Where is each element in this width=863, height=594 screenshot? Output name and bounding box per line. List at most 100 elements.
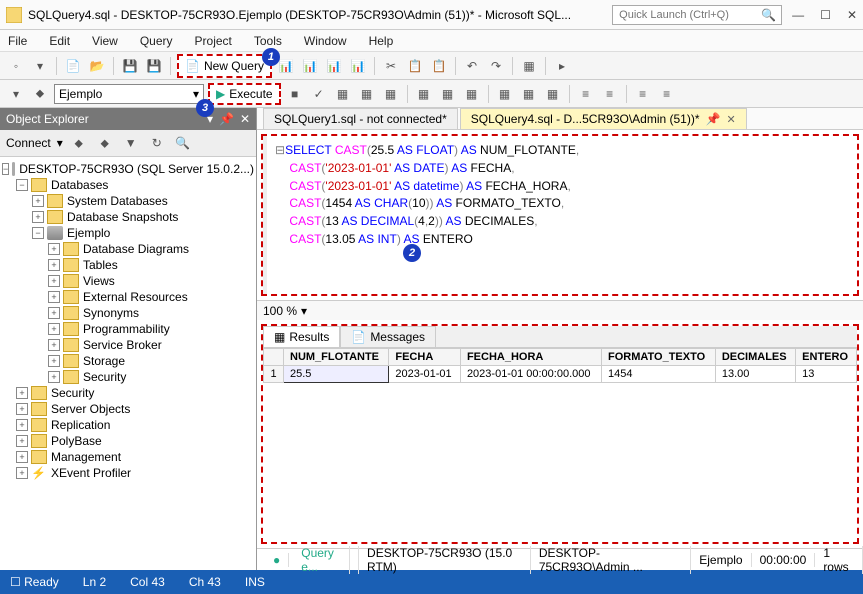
comment-button[interactable]: ≡ xyxy=(576,84,596,104)
tree-node-databases[interactable]: −Databases xyxy=(2,177,254,193)
menu-query[interactable]: Query xyxy=(136,32,177,50)
menu-project[interactable]: Project xyxy=(191,32,236,50)
cell[interactable]: 13 xyxy=(796,366,857,383)
close-icon[interactable]: ✕ xyxy=(240,112,250,126)
outdent-button[interactable]: ≡ xyxy=(657,84,677,104)
cell[interactable]: 2023-01-01 xyxy=(389,366,461,383)
stop-button[interactable]: ■ xyxy=(285,84,305,104)
tree-node-security-db[interactable]: +Security xyxy=(2,369,254,385)
tb2-icon-4[interactable]: ▦ xyxy=(357,84,377,104)
cut-button[interactable]: ✂ xyxy=(381,56,401,76)
tb2-icon-2[interactable]: ⬥ xyxy=(30,84,50,104)
cell[interactable]: 1454 xyxy=(602,366,716,383)
tb2-icon-11[interactable]: ▦ xyxy=(543,84,563,104)
col-header[interactable]: NUM_FLOTANTE xyxy=(284,349,389,366)
save-all-button[interactable]: 💾 xyxy=(144,56,164,76)
close-button[interactable]: ✕ xyxy=(847,8,857,22)
tb2-icon-8[interactable]: ▦ xyxy=(462,84,482,104)
tree-node-server[interactable]: −DESKTOP-75CR93O (SQL Server 15.0.2...) xyxy=(2,161,254,177)
results-grid[interactable]: NUM_FLOTANTE FECHA FECHA_HORA FORMATO_TE… xyxy=(263,348,857,542)
tb-icon-4[interactable]: 📊 xyxy=(348,56,368,76)
open-button[interactable]: 📂 xyxy=(87,56,107,76)
quick-launch[interactable]: 🔍 xyxy=(612,5,782,25)
uncomment-button[interactable]: ≡ xyxy=(600,84,620,104)
tree-node-polybase[interactable]: +PolyBase xyxy=(2,433,254,449)
save-button[interactable]: 💾 xyxy=(120,56,140,76)
tb-icon-5[interactable]: ▦ xyxy=(519,56,539,76)
col-header[interactable]: ENTERO xyxy=(796,349,857,366)
document-tab-2[interactable]: SQLQuery4.sql - D...5CR93O\Admin (51))* … xyxy=(460,108,747,129)
paste-button[interactable]: 📋 xyxy=(429,56,449,76)
cell[interactable]: 25.5 xyxy=(284,366,389,383)
tree-node-service-broker[interactable]: +Service Broker xyxy=(2,337,254,353)
tree-node-management[interactable]: +Management xyxy=(2,449,254,465)
cell[interactable]: 2023-01-01 00:00:00.000 xyxy=(460,366,601,383)
nav-back-button[interactable]: ◦ xyxy=(6,56,26,76)
execute-button[interactable]: ▶ Execute 3 xyxy=(208,83,281,105)
chevron-down-icon[interactable]: ▾ xyxy=(57,136,63,150)
oe-tb-1[interactable]: ⬥ xyxy=(69,133,89,153)
nav-fwd-button[interactable]: ▾ xyxy=(30,56,50,76)
menu-edit[interactable]: Edit xyxy=(45,32,74,50)
tree-node-security[interactable]: +Security xyxy=(2,385,254,401)
tree-node-xevent[interactable]: +⚡XEvent Profiler xyxy=(2,465,254,481)
cell[interactable]: 13.00 xyxy=(715,366,795,383)
oe-tb-2[interactable]: ⬥ xyxy=(95,133,115,153)
oe-tb-5[interactable]: 🔍 xyxy=(173,133,193,153)
tree-node-db-diagrams[interactable]: +Database Diagrams xyxy=(2,241,254,257)
document-tab-1[interactable]: SQLQuery1.sql - not connected* xyxy=(263,108,458,129)
col-header[interactable]: FECHA_HORA xyxy=(460,349,601,366)
menu-view[interactable]: View xyxy=(88,32,122,50)
tree-node-replication[interactable]: +Replication xyxy=(2,417,254,433)
tree-node-system-db[interactable]: +System Databases xyxy=(2,193,254,209)
database-selector[interactable]: Ejemplo ▾ xyxy=(54,84,204,104)
tb2-icon-6[interactable]: ▦ xyxy=(414,84,434,104)
tree-node-tables[interactable]: +Tables xyxy=(2,257,254,273)
pin-icon[interactable]: 📌 xyxy=(706,112,721,126)
chevron-down-icon[interactable]: ▾ xyxy=(301,304,307,318)
tb-icon-6[interactable]: ▸ xyxy=(552,56,572,76)
pin-icon[interactable]: 📌 xyxy=(219,112,234,126)
tb-icon-3[interactable]: 📊 xyxy=(324,56,344,76)
tb2-icon-10[interactable]: ▦ xyxy=(519,84,539,104)
col-header[interactable]: DECIMALES xyxy=(715,349,795,366)
menu-tools[interactable]: Tools xyxy=(250,32,286,50)
tree-node-storage[interactable]: +Storage xyxy=(2,353,254,369)
oe-tb-4[interactable]: ↻ xyxy=(147,133,167,153)
quick-launch-input[interactable] xyxy=(619,9,761,21)
object-explorer-tree[interactable]: −DESKTOP-75CR93O (SQL Server 15.0.2...) … xyxy=(0,157,256,570)
menu-window[interactable]: Window xyxy=(300,32,351,50)
tb2-icon-7[interactable]: ▦ xyxy=(438,84,458,104)
menu-help[interactable]: Help xyxy=(365,32,398,50)
maximize-button[interactable]: ☐ xyxy=(820,8,831,22)
new-query-button[interactable]: 📄 New Query 1 xyxy=(177,54,272,78)
parse-button[interactable]: ✓ xyxy=(309,84,329,104)
tree-node-ext-res[interactable]: +External Resources xyxy=(2,289,254,305)
sql-editor[interactable]: ⊟SELECT CAST(25.5 AS FLOAT) AS NUM_FLOTA… xyxy=(263,136,857,294)
tree-node-programmability[interactable]: +Programmability xyxy=(2,321,254,337)
tb2-icon-3[interactable]: ▦ xyxy=(333,84,353,104)
tree-node-server-objects[interactable]: +Server Objects xyxy=(2,401,254,417)
indent-button[interactable]: ≡ xyxy=(633,84,653,104)
tree-node-synonyms[interactable]: +Synonyms xyxy=(2,305,254,321)
tree-node-views[interactable]: +Views xyxy=(2,273,254,289)
undo-button[interactable]: ↶ xyxy=(462,56,482,76)
messages-tab[interactable]: 📄 Messages xyxy=(340,326,436,348)
redo-button[interactable]: ↷ xyxy=(486,56,506,76)
tb2-icon-9[interactable]: ▦ xyxy=(495,84,515,104)
col-header[interactable]: FECHA xyxy=(389,349,461,366)
menu-file[interactable]: File xyxy=(4,32,31,50)
copy-button[interactable]: 📋 xyxy=(405,56,425,76)
table-row[interactable]: 1 25.5 2023-01-01 2023-01-01 00:00:00.00… xyxy=(264,366,857,383)
tree-node-db-snapshots[interactable]: +Database Snapshots xyxy=(2,209,254,225)
minimize-button[interactable]: — xyxy=(792,8,804,22)
tb-icon-2[interactable]: 📊 xyxy=(300,56,320,76)
tb2-icon-1[interactable]: ▾ xyxy=(6,84,26,104)
tree-node-ejemplo[interactable]: −Ejemplo xyxy=(2,225,254,241)
oe-tb-3[interactable]: ▼ xyxy=(121,133,141,153)
new-item-button[interactable]: 📄 xyxy=(63,56,83,76)
results-tab[interactable]: ▦ Results xyxy=(263,326,340,348)
col-header[interactable]: FORMATO_TEXTO xyxy=(602,349,716,366)
zoom-value[interactable]: 100 % xyxy=(263,304,297,318)
close-tab-icon[interactable]: ✕ xyxy=(726,113,735,126)
